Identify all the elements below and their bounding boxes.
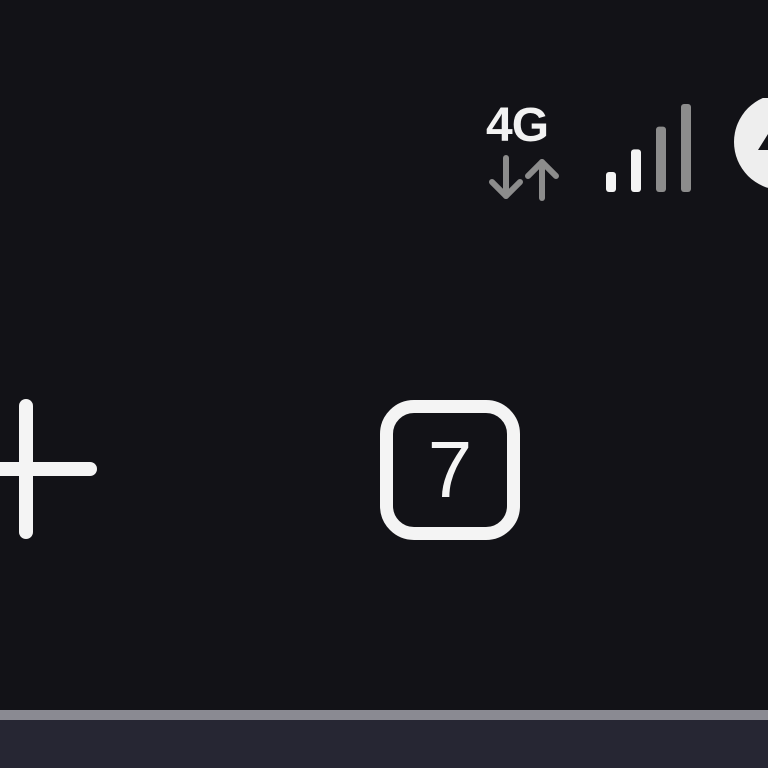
new-tab-button[interactable] <box>0 380 110 560</box>
browser-screen: 4G 7 <box>0 0 768 768</box>
signal-bar <box>606 172 616 192</box>
signal-bar <box>656 126 666 192</box>
status-bar: 4G <box>0 0 768 240</box>
bottom-panel <box>0 720 768 768</box>
signal-bar <box>631 149 641 192</box>
browser-toolbar: 7 <box>0 380 768 560</box>
signal-strength-icon <box>606 104 691 192</box>
tab-switcher-button[interactable]: 7 <box>370 388 546 552</box>
download-upload-arrows-icon <box>489 155 559 201</box>
network-indicator: 4G <box>484 98 568 208</box>
battery-charging-icon <box>734 98 768 192</box>
tab-count: 7 <box>427 425 473 514</box>
tab-count-icon: 7 <box>380 400 520 540</box>
divider <box>0 710 768 720</box>
signal-bar <box>681 104 691 192</box>
network-type-label: 4G <box>486 99 549 152</box>
plus-icon <box>0 399 97 539</box>
